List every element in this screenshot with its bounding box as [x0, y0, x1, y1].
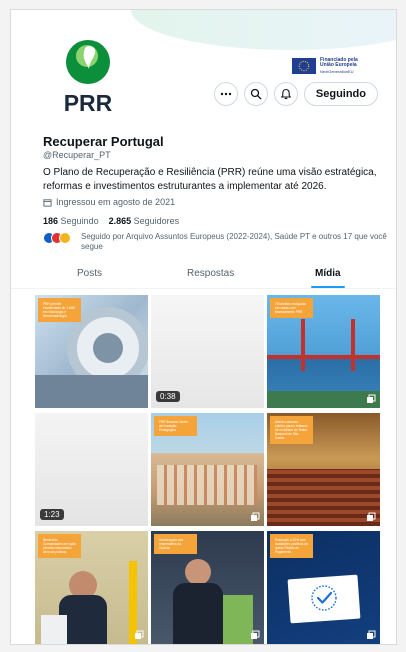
notification-icon: [280, 88, 292, 100]
multi-image-icon: [367, 630, 376, 639]
following-button[interactable]: Seguindo: [303, 82, 378, 106]
prr-logo-text: PRR: [64, 90, 113, 116]
followed-by-text: Seguido por Arquivo Assuntos Europeus (2…: [81, 232, 387, 251]
following-count: 186: [43, 216, 59, 226]
banner-wave: [131, 10, 396, 50]
media-item[interactable]: 1:23: [35, 413, 148, 526]
following-label: Seguindo: [60, 216, 99, 226]
profile-banner: PRR Financiado pela União Europeia NextG…: [11, 10, 396, 130]
media-item[interactable]: Execução a 32% com avaliações positivas …: [267, 531, 380, 644]
joined-date: Ingressou em agosto de 2021: [43, 197, 175, 207]
media-item[interactable]: Homenagem aos empresários da Guarda: [151, 531, 264, 644]
followers-avatars: [43, 232, 73, 244]
profile-tabs: Posts Respostas Mídia: [11, 262, 396, 289]
media-caption: Homenagem aos empresários da Guarda: [154, 534, 197, 554]
media-item[interactable]: PRR permite investimento de 1.6M€ em Rad…: [35, 295, 148, 408]
tab-posts[interactable]: Posts: [77, 268, 102, 279]
multi-image-icon: [367, 394, 376, 403]
media-grid: PRR permite investimento de 1.6M€ em Rad…: [35, 295, 380, 644]
follow-stats: 186 Seguindo 2.865 Seguidores: [43, 216, 179, 226]
followed-by[interactable]: Seguido por Arquivo Assuntos Europeus (2…: [43, 232, 388, 252]
multi-image-icon: [367, 512, 376, 521]
profile-name: Recuperar Portugal: [43, 134, 164, 149]
joined-text: Ingressou em agosto de 2021: [56, 197, 176, 207]
eu-line-3: NextGenerationEU: [320, 68, 354, 74]
prr-logo: PRR: [64, 40, 113, 116]
followers-label: Seguidores: [133, 216, 180, 226]
following-link[interactable]: 186 Seguindo: [43, 216, 99, 226]
tab-media[interactable]: Mídia: [315, 268, 341, 279]
profile-card: PRR Financiado pela União Europeia NextG…: [10, 9, 397, 645]
profile-bio: O Plano de Recuperação e Resiliência (PR…: [43, 167, 377, 192]
media-caption: 75 famílias realojadas em casas com fina…: [270, 298, 313, 318]
more-icon: [220, 92, 232, 96]
media-caption: PRR financia Centro de Inovação Pedagógi…: [154, 416, 197, 436]
media-item[interactable]: PRR financia Centro de Inovação Pedagógi…: [151, 413, 264, 526]
followers-count: 2.865: [108, 216, 132, 226]
followers-link[interactable]: 2.865 Seguidores: [109, 216, 180, 226]
eu-line-2: União Europeia: [320, 62, 357, 69]
more-button[interactable]: [213, 82, 238, 106]
media-item[interactable]: 75 famílias realojadas em casas com fina…: [267, 295, 380, 408]
media-caption: Aberto concurso público para o restauro …: [270, 416, 313, 444]
notification-button[interactable]: [273, 82, 298, 106]
tab-replies[interactable]: Respostas: [187, 268, 234, 279]
multi-image-icon: [135, 630, 144, 639]
multi-image-icon: [251, 512, 260, 521]
search-button[interactable]: [243, 82, 268, 106]
eu-funding-badge: Financiado pela União Europeia NextGener…: [292, 55, 384, 77]
media-caption: Seminário Comunidades em Ação permitiu i…: [38, 534, 81, 558]
video-duration: 1:23: [40, 509, 64, 520]
media-caption: Execução a 32% com avaliações positivas …: [270, 534, 313, 558]
search-icon: [250, 88, 262, 100]
media-item[interactable]: 0:38: [151, 295, 264, 408]
calendar-icon: [43, 198, 52, 207]
avatar: [59, 232, 71, 244]
multi-image-icon: [251, 630, 260, 639]
active-tab-indicator: [311, 286, 345, 288]
profile-handle: @Recuperar_PT: [43, 150, 111, 160]
media-item[interactable]: Seminário Comunidades em Ação permitiu i…: [35, 531, 148, 644]
media-caption: PRR permite investimento de 1.6M€ em Rad…: [38, 298, 81, 322]
eu-flag-icon: [292, 58, 316, 74]
profile-actions: Seguindo: [213, 82, 378, 106]
media-item[interactable]: Aberto concurso público para o restauro …: [267, 413, 380, 526]
video-duration: 0:38: [156, 391, 180, 402]
checkmark-icon: [311, 585, 337, 611]
